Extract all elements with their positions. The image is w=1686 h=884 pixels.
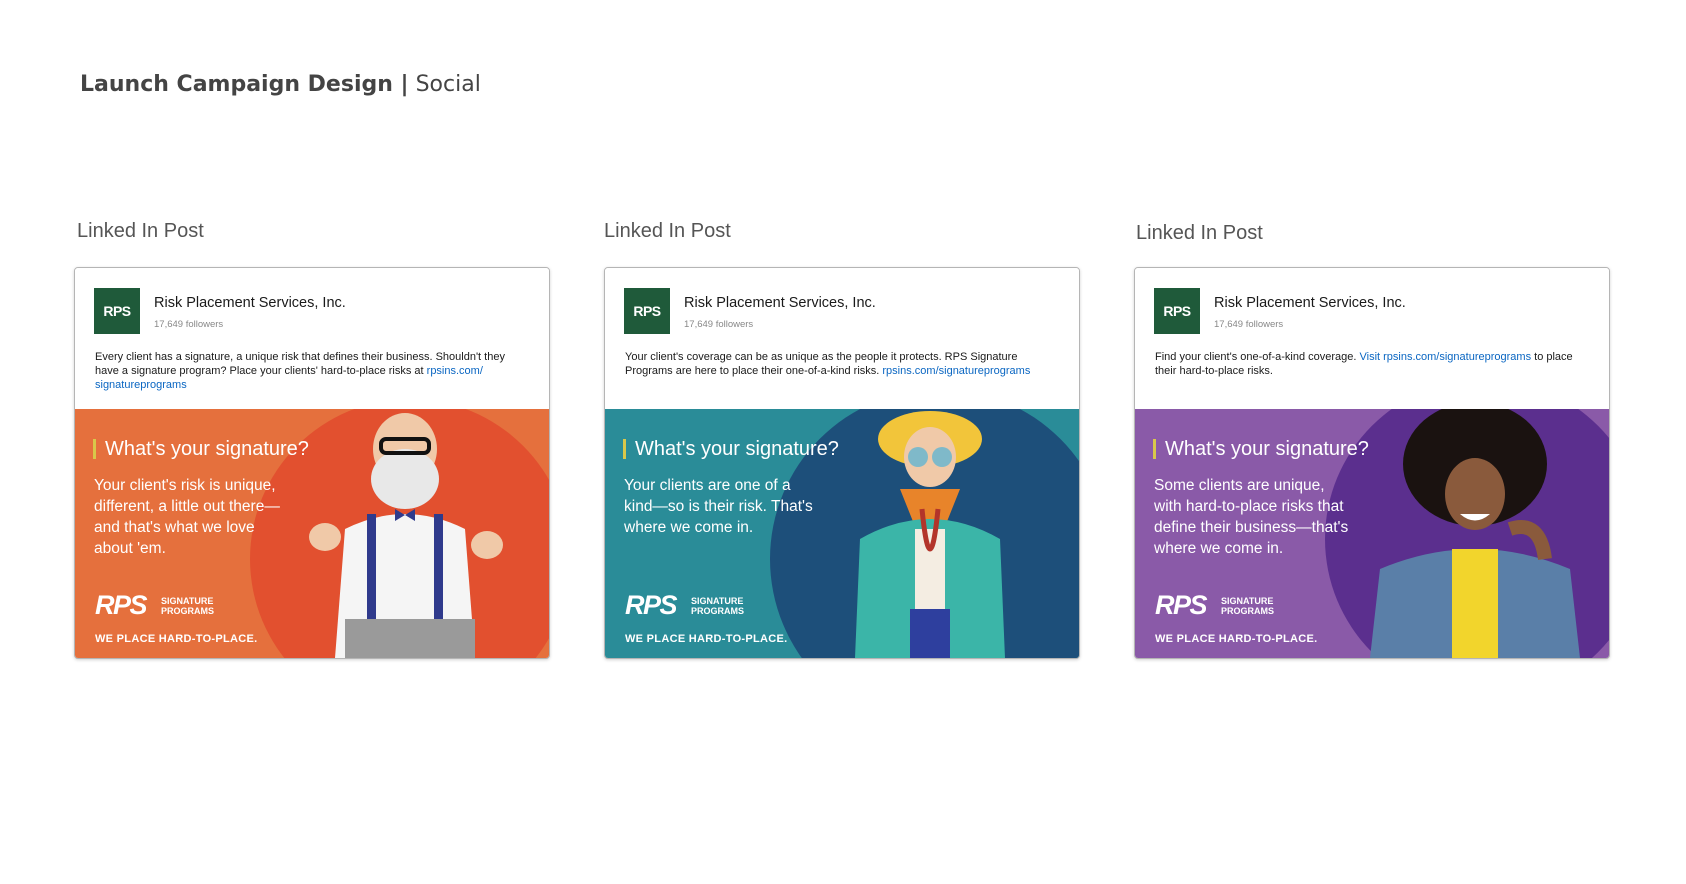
ad-headline: What's your signature? [623, 439, 839, 459]
ad-body-text: Some clients are unique, with hard-to-pl… [1154, 477, 1349, 557]
post-label: Linked In Post [1136, 222, 1263, 244]
linkedin-post-card[interactable]: RPS Risk Placement Services, Inc. 17,649… [604, 267, 1080, 659]
signature-programs-logo-text: SIGNATURE PROGRAMS [1221, 596, 1275, 616]
person-photo [309, 413, 503, 658]
person-photo [1370, 409, 1580, 658]
company-logo[interactable]: RPS [1154, 288, 1200, 334]
linkedin-post-card[interactable]: RPS Risk Placement Services, Inc. 17,649… [1134, 267, 1610, 659]
post-text-body: Find your client's one-of-a-kind coverag… [1155, 351, 1360, 363]
follower-count: 17,649 followers [684, 319, 754, 330]
ad-image[interactable]: What's your signature? Your client's ris… [75, 409, 549, 658]
signature-programs-logo-text: SIGNATURE PROGRAMS [691, 596, 745, 616]
post-text: Your client's coverage can be as unique … [625, 350, 1061, 378]
page-title-main: Launch Campaign Design | [80, 72, 409, 97]
ad-image[interactable]: What's your signature? Some clients are … [1135, 409, 1609, 658]
company-logo[interactable]: RPS [624, 288, 670, 334]
page-title: Launch Campaign Design | Social [80, 72, 481, 97]
person-photo [855, 411, 1005, 658]
company-logo[interactable]: RPS [94, 288, 140, 334]
rps-logo: RPS [95, 590, 148, 620]
ad-body-text: Your clients are one of a kind—so is the… [624, 477, 813, 536]
ad-tagline: WE PLACE HARD-TO-PLACE. [1155, 633, 1318, 645]
follower-count: 17,649 followers [154, 319, 224, 330]
page-title-sub: Social [415, 72, 481, 97]
ad-headline: What's your signature? [1153, 439, 1369, 459]
post-label: Linked In Post [604, 220, 731, 242]
rps-logo: RPS [625, 590, 678, 620]
rps-logo: RPS [1155, 590, 1208, 620]
company-name[interactable]: Risk Placement Services, Inc. [154, 295, 346, 311]
signature-programs-logo-text: SIGNATURE PROGRAMS [161, 596, 215, 616]
ad-image[interactable]: What's your signature? Your clients are … [605, 409, 1079, 658]
ad-tagline: WE PLACE HARD-TO-PLACE. [625, 633, 788, 645]
company-name[interactable]: Risk Placement Services, Inc. [684, 295, 876, 311]
ad-headline: What's your signature? [93, 439, 309, 459]
post-header: RPS Risk Placement Services, Inc. 17,649… [75, 268, 549, 409]
company-name[interactable]: Risk Placement Services, Inc. [1214, 295, 1406, 311]
post-link[interactable]: Visit rpsins.com/signatureprograms [1359, 351, 1531, 363]
linkedin-post-card[interactable]: RPS Risk Placement Services, Inc. 17,649… [74, 267, 550, 659]
ad-tagline: WE PLACE HARD-TO-PLACE. [95, 633, 258, 645]
post-label: Linked In Post [77, 220, 204, 242]
post-link[interactable]: rpsins.com/signatureprograms [882, 365, 1030, 377]
ad-body-text: Your client's risk is unique, different,… [94, 477, 280, 557]
post-header: RPS Risk Placement Services, Inc. 17,649… [605, 268, 1079, 409]
follower-count: 17,649 followers [1214, 319, 1284, 330]
post-text: Find your client's one-of-a-kind coverag… [1155, 350, 1591, 378]
post-text: Every client has a signature, a unique r… [95, 350, 531, 392]
post-header: RPS Risk Placement Services, Inc. 17,649… [1135, 268, 1609, 409]
